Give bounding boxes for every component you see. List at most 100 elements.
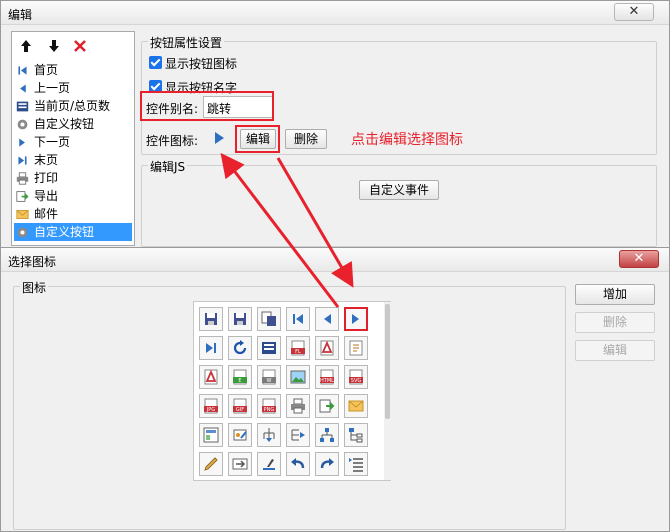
pdf-icon[interactable] [199,365,223,389]
red-x-icon[interactable] [72,38,88,54]
button-list-panel: 首页 上一页 当前页/总页数 自定义按钮 下一页 末页 打印 导出 邮件 自定义按钮 [11,31,135,246]
brush-icon[interactable] [257,452,281,476]
svg-icon[interactable]: SVG [344,365,368,389]
html-icon[interactable]: HTML [315,365,339,389]
form-icon[interactable] [199,423,223,447]
icon-picker-close-button[interactable]: ✕ [619,250,659,268]
next-page-icon [16,136,29,149]
page-count-icon [16,100,29,113]
gear-icon [16,118,29,131]
save-icon[interactable] [199,307,223,331]
edit-window-close-button[interactable]: ✕ [614,3,654,21]
list-item-label: 当前页/总页数 [34,99,111,113]
mail-icon[interactable] [344,394,368,418]
list-item[interactable]: 末页 [14,151,132,169]
svg-text:W: W [267,378,272,384]
export-icon[interactable] [315,394,339,418]
icon-group-title: 图标 [20,279,49,296]
tree-down-icon[interactable] [257,423,281,447]
list-item[interactable]: 打印 [14,169,132,187]
svg-text:HTML: HTML [320,378,334,384]
tree-icon[interactable] [315,423,339,447]
previous-page-icon [16,82,29,95]
previous-page-icon[interactable] [315,307,339,331]
icon-picker-title: 选择图标 [8,255,57,269]
last-page-icon [16,154,29,167]
custom-event-button[interactable]: 自定义事件 [359,180,439,200]
list-item[interactable]: 导出 [14,187,132,205]
list-item-label: 自定义按钮 [34,117,95,131]
gear-icon [16,226,29,239]
edit-cells-icon[interactable] [228,423,252,447]
pencil-icon[interactable] [199,452,223,476]
svg-text:SVG: SVG [351,378,362,384]
edit-icon-button[interactable]: 编辑 [575,340,655,361]
pdf-print-icon[interactable] [315,336,339,360]
list-item[interactable]: 邮件 [14,205,132,223]
svg-text:JPG: JPG [206,407,215,413]
first-page-icon [16,64,29,77]
edit-window-titlebar: 编辑 ✕ [1,1,669,25]
list-item-label: 打印 [34,171,59,185]
show-icon-checkbox[interactable] [149,56,162,69]
list-item[interactable]: 上一页 [14,79,132,97]
svg-text:PNG: PNG [264,407,275,413]
up-arrow-icon[interactable] [18,38,34,54]
delete-icon-button[interactable]: 删除 [575,312,655,333]
save-copy-icon[interactable] [257,307,281,331]
submit-icon[interactable] [228,452,252,476]
list-item-label: 首页 [34,63,59,77]
next-page-icon[interactable] [344,307,368,331]
mail-icon [16,208,29,221]
current-icon-preview [213,131,225,148]
tree-right-icon[interactable] [286,423,310,447]
last-page-icon[interactable] [199,336,223,360]
redo-icon[interactable] [315,452,339,476]
delete-icon-button[interactable]: 删除 [285,129,327,149]
edit-window-title: 编辑 [8,8,33,22]
list-item-label: 下一页 [34,135,71,149]
list-item[interactable]: 当前页/总页数 [14,97,132,115]
list-item-label: 末页 [34,153,59,167]
png-icon[interactable]: PNG [257,394,281,418]
icon-grid-scrollbar[interactable] [384,302,391,480]
list-item-label: 自定义按钮 [34,225,95,239]
icon-label: 控件图标: [146,134,199,148]
button-properties-group-title: 按钮属性设置 [148,34,225,51]
edit-button-highlight-box [235,125,280,153]
word-icon[interactable]: W [257,365,281,389]
export-icon [16,190,29,203]
list-item[interactable]: 自定义按钮 [14,223,132,241]
first-page-icon[interactable] [286,307,310,331]
alias-highlight-box [140,91,274,121]
show-icon-label: 显示按钮图标 [165,57,238,71]
list-item[interactable]: 首页 [14,61,132,79]
refresh-icon[interactable] [228,336,252,360]
applet-print-icon[interactable] [344,336,368,360]
image-icon[interactable] [286,365,310,389]
list-item-label: 上一页 [34,81,71,95]
list-item-label: 邮件 [34,207,59,221]
pdf-flash-icon[interactable]: FL [286,336,310,360]
list-item-label: 导出 [34,189,59,203]
icon-grid-panel: FL E W HTML SVG JPG GIF PNG [193,301,391,481]
page-count-icon[interactable] [257,336,281,360]
excel-icon[interactable]: E [228,365,252,389]
svg-text:GIF: GIF [236,407,244,413]
js-edit-group: 编辑JS [141,158,657,247]
printer-icon[interactable] [286,394,310,418]
js-edit-group-title: 编辑JS [148,158,188,175]
tree-list-icon[interactable] [344,423,368,447]
scrollbar-thumb[interactable] [385,304,390,419]
down-arrow-icon[interactable] [46,38,62,54]
list-indent-icon[interactable] [344,452,368,476]
jpg-icon[interactable]: JPG [199,394,223,418]
undo-icon[interactable] [286,452,310,476]
icon-picker-titlebar: 选择图标 ✕ [1,248,669,272]
list-item[interactable]: 自定义按钮 [14,115,132,133]
save-as-icon[interactable] [228,307,252,331]
list-item[interactable]: 下一页 [14,133,132,151]
add-icon-button[interactable]: 增加 [575,284,655,305]
icon-picker-window: 选择图标 ✕ 图标 FL E W HTML SVG JPG GIF PNG 增加 删除 编辑 [0,247,670,532]
gif-icon[interactable]: GIF [228,394,252,418]
